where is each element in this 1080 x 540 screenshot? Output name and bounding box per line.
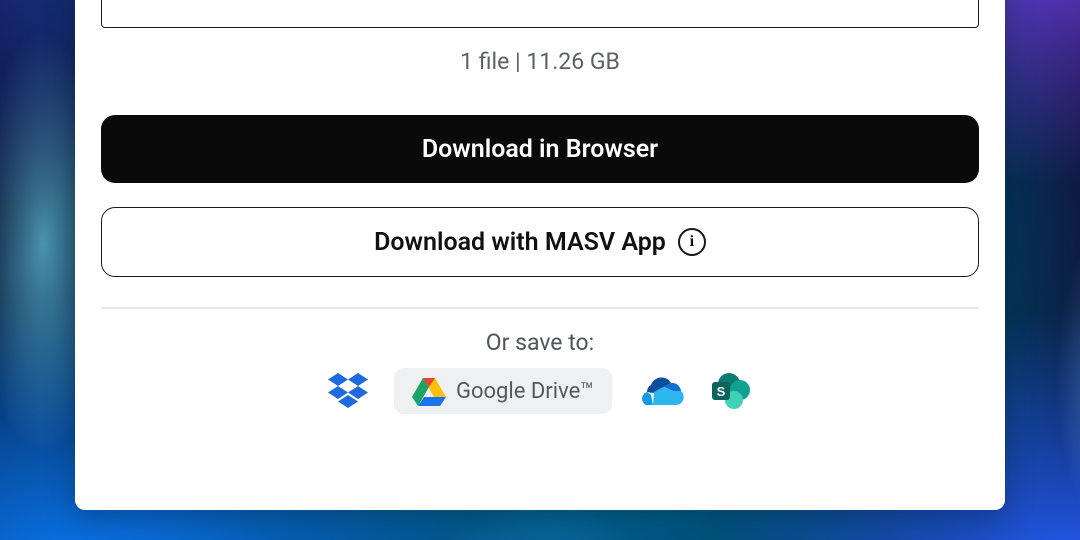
- download-in-browser-label: Download in Browser: [422, 135, 658, 164]
- cloud-targets: Google Drive™ S: [101, 368, 979, 414]
- google-drive-label: Google Drive™: [456, 379, 594, 404]
- sharepoint-button[interactable]: S: [710, 372, 752, 410]
- onedrive-icon: [638, 376, 684, 406]
- dropbox-icon: [328, 373, 368, 409]
- file-summary: 1 file | 11.26 GB: [101, 48, 979, 75]
- divider: [101, 307, 979, 309]
- google-drive-button[interactable]: Google Drive™: [394, 368, 612, 414]
- download-with-app-label: Download with MASV App: [374, 228, 666, 257]
- info-icon[interactable]: i: [678, 228, 706, 256]
- input-area[interactable]: [101, 0, 979, 28]
- download-with-app-button[interactable]: Download with MASV App i: [101, 207, 979, 277]
- download-in-browser-button[interactable]: Download in Browser: [101, 115, 979, 183]
- svg-text:S: S: [717, 384, 726, 399]
- onedrive-button[interactable]: [638, 376, 684, 406]
- google-drive-icon: [412, 376, 446, 406]
- save-to-prompt: Or save to:: [101, 329, 979, 356]
- download-card: 1 file | 11.26 GB Download in Browser Do…: [75, 0, 1005, 510]
- dropbox-button[interactable]: [328, 373, 368, 409]
- sharepoint-icon: S: [710, 372, 752, 410]
